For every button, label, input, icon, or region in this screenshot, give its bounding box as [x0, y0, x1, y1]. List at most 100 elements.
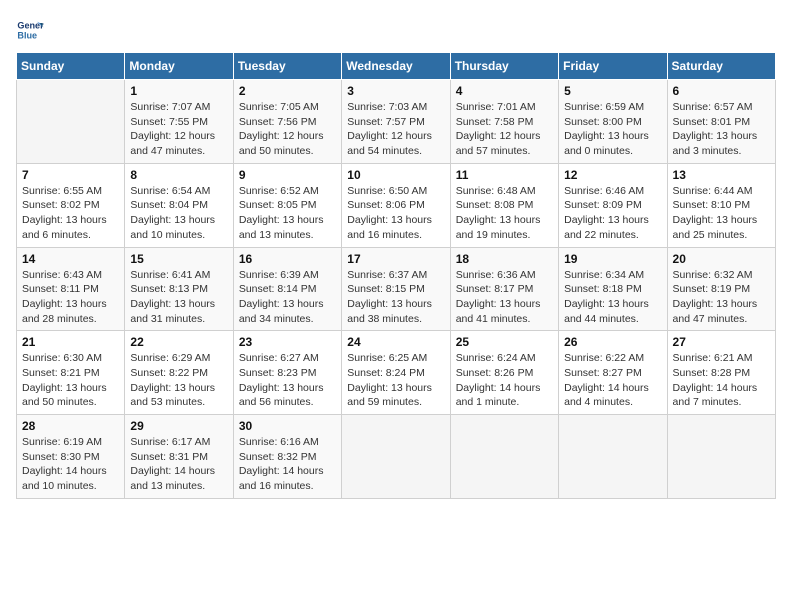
day-number: 21	[22, 335, 119, 349]
day-number: 24	[347, 335, 444, 349]
day-number: 16	[239, 252, 336, 266]
weekday-header: Saturday	[667, 53, 775, 80]
svg-text:Blue: Blue	[17, 30, 37, 40]
day-number: 25	[456, 335, 553, 349]
day-detail: Sunrise: 6:55 AMSunset: 8:02 PMDaylight:…	[22, 184, 119, 243]
day-detail: Sunrise: 7:07 AMSunset: 7:55 PMDaylight:…	[130, 100, 227, 159]
day-number: 8	[130, 168, 227, 182]
day-number: 12	[564, 168, 661, 182]
calendar-cell: 18Sunrise: 6:36 AMSunset: 8:17 PMDayligh…	[450, 247, 558, 331]
day-number: 5	[564, 84, 661, 98]
weekday-header: Monday	[125, 53, 233, 80]
day-detail: Sunrise: 7:05 AMSunset: 7:56 PMDaylight:…	[239, 100, 336, 159]
day-number: 19	[564, 252, 661, 266]
calendar-cell: 14Sunrise: 6:43 AMSunset: 8:11 PMDayligh…	[17, 247, 125, 331]
day-detail: Sunrise: 6:30 AMSunset: 8:21 PMDaylight:…	[22, 351, 119, 410]
calendar-cell: 26 Sunrise: 6:22 AMSunset: 8:27 PMDayligh…	[559, 331, 667, 415]
calendar-cell: 4 Sunrise: 7:01 AMSunset: 7:58 PMDaylight…	[450, 80, 558, 164]
calendar-cell: 28 Sunrise: 6:19 AMSunset: 8:30 PMDayligh…	[17, 415, 125, 499]
calendar-cell	[17, 80, 125, 164]
day-number: 22	[130, 335, 227, 349]
calendar-cell: 11 Sunrise: 6:48 AMSunset: 8:08 PMDayligh…	[450, 163, 558, 247]
day-number: 14	[22, 252, 119, 266]
calendar-cell	[667, 415, 775, 499]
calendar-week-row: 1 Sunrise: 7:07 AMSunset: 7:55 PMDaylight…	[17, 80, 776, 164]
day-detail: Sunrise: 6:39 AMSunset: 8:14 PMDaylight:…	[239, 268, 336, 327]
day-number: 11	[456, 168, 553, 182]
day-detail: Sunrise: 6:22 AMSunset: 8:27 PMDaylight:…	[564, 351, 661, 410]
calendar-cell: 17 Sunrise: 6:37 AMSunset: 8:15 PMDayligh…	[342, 247, 450, 331]
day-detail: Sunrise: 6:25 AMSunset: 8:24 PMDaylight:…	[347, 351, 444, 410]
calendar-cell: 8 Sunrise: 6:54 AMSunset: 8:04 PMDaylight…	[125, 163, 233, 247]
day-detail: Sunrise: 6:17 AMSunset: 8:31 PMDaylight:…	[130, 435, 227, 494]
day-number: 18	[456, 252, 553, 266]
calendar-cell: 10 Sunrise: 6:50 AMSunset: 8:06 PMDayligh…	[342, 163, 450, 247]
calendar-cell: 29 Sunrise: 6:17 AMSunset: 8:31 PMDayligh…	[125, 415, 233, 499]
day-detail: Sunrise: 6:50 AMSunset: 8:06 PMDaylight:…	[347, 184, 444, 243]
day-number: 30	[239, 419, 336, 433]
day-detail: Sunrise: 6:32 AMSunset: 8:19 PMDaylight:…	[673, 268, 770, 327]
day-detail: Sunrise: 6:24 AMSunset: 8:26 PMDaylight:…	[456, 351, 553, 410]
weekday-header: Tuesday	[233, 53, 341, 80]
calendar-cell: 19 Sunrise: 6:34 AMSunset: 8:18 PMDayligh…	[559, 247, 667, 331]
day-detail: Sunrise: 6:41 AMSunset: 8:13 PMDaylight:…	[130, 268, 227, 327]
weekday-header: Thursday	[450, 53, 558, 80]
day-detail: Sunrise: 6:46 AMSunset: 8:09 PMDaylight:…	[564, 184, 661, 243]
day-detail: Sunrise: 7:01 AMSunset: 7:58 PMDaylight:…	[456, 100, 553, 159]
day-number: 28	[22, 419, 119, 433]
weekday-header: Friday	[559, 53, 667, 80]
day-detail: Sunrise: 6:16 AMSunset: 8:32 PMDaylight:…	[239, 435, 336, 494]
day-number: 15	[130, 252, 227, 266]
logo: General Blue	[16, 16, 48, 44]
day-detail: Sunrise: 6:37 AMSunset: 8:15 PMDaylight:…	[347, 268, 444, 327]
calendar-week-row: 14Sunrise: 6:43 AMSunset: 8:11 PMDayligh…	[17, 247, 776, 331]
calendar-cell: 6 Sunrise: 6:57 AMSunset: 8:01 PMDaylight…	[667, 80, 775, 164]
calendar-cell: 9 Sunrise: 6:52 AMSunset: 8:05 PMDaylight…	[233, 163, 341, 247]
day-number: 29	[130, 419, 227, 433]
calendar-body: 1 Sunrise: 7:07 AMSunset: 7:55 PMDaylight…	[17, 80, 776, 499]
calendar-header: SundayMondayTuesdayWednesdayThursdayFrid…	[17, 53, 776, 80]
day-detail: Sunrise: 6:27 AMSunset: 8:23 PMDaylight:…	[239, 351, 336, 410]
day-detail: Sunrise: 6:29 AMSunset: 8:22 PMDaylight:…	[130, 351, 227, 410]
day-number: 7	[22, 168, 119, 182]
logo-icon: General Blue	[16, 16, 44, 44]
calendar-cell: 12 Sunrise: 6:46 AMSunset: 8:09 PMDayligh…	[559, 163, 667, 247]
svg-text:General: General	[17, 21, 44, 31]
day-detail: Sunrise: 6:59 AMSunset: 8:00 PMDaylight:…	[564, 100, 661, 159]
weekday-header: Sunday	[17, 53, 125, 80]
calendar-cell: 16 Sunrise: 6:39 AMSunset: 8:14 PMDayligh…	[233, 247, 341, 331]
day-number: 20	[673, 252, 770, 266]
calendar-cell: 30 Sunrise: 6:16 AMSunset: 8:32 PMDayligh…	[233, 415, 341, 499]
day-detail: Sunrise: 6:54 AMSunset: 8:04 PMDaylight:…	[130, 184, 227, 243]
day-detail: Sunrise: 6:21 AMSunset: 8:28 PMDaylight:…	[673, 351, 770, 410]
day-detail: Sunrise: 7:03 AMSunset: 7:57 PMDaylight:…	[347, 100, 444, 159]
day-detail: Sunrise: 6:52 AMSunset: 8:05 PMDaylight:…	[239, 184, 336, 243]
calendar-cell: 22 Sunrise: 6:29 AMSunset: 8:22 PMDayligh…	[125, 331, 233, 415]
day-number: 17	[347, 252, 444, 266]
day-number: 4	[456, 84, 553, 98]
day-number: 13	[673, 168, 770, 182]
calendar-cell: 5 Sunrise: 6:59 AMSunset: 8:00 PMDaylight…	[559, 80, 667, 164]
day-number: 23	[239, 335, 336, 349]
day-number: 2	[239, 84, 336, 98]
calendar-cell: 13 Sunrise: 6:44 AMSunset: 8:10 PMDayligh…	[667, 163, 775, 247]
day-number: 6	[673, 84, 770, 98]
day-number: 1	[130, 84, 227, 98]
day-number: 26	[564, 335, 661, 349]
day-detail: Sunrise: 6:34 AMSunset: 8:18 PMDaylight:…	[564, 268, 661, 327]
day-detail: Sunrise: 6:57 AMSunset: 8:01 PMDaylight:…	[673, 100, 770, 159]
calendar-cell: 24 Sunrise: 6:25 AMSunset: 8:24 PMDayligh…	[342, 331, 450, 415]
calendar-cell: 7 Sunrise: 6:55 AMSunset: 8:02 PMDaylight…	[17, 163, 125, 247]
calendar-week-row: 21 Sunrise: 6:30 AMSunset: 8:21 PMDayligh…	[17, 331, 776, 415]
day-number: 9	[239, 168, 336, 182]
calendar-cell: 25 Sunrise: 6:24 AMSunset: 8:26 PMDayligh…	[450, 331, 558, 415]
weekday-header: Wednesday	[342, 53, 450, 80]
calendar-table: SundayMondayTuesdayWednesdayThursdayFrid…	[16, 52, 776, 499]
day-detail: Sunrise: 6:19 AMSunset: 8:30 PMDaylight:…	[22, 435, 119, 494]
calendar-cell: 1 Sunrise: 7:07 AMSunset: 7:55 PMDaylight…	[125, 80, 233, 164]
day-detail: Sunrise: 6:48 AMSunset: 8:08 PMDaylight:…	[456, 184, 553, 243]
day-detail: Sunrise: 6:44 AMSunset: 8:10 PMDaylight:…	[673, 184, 770, 243]
day-number: 10	[347, 168, 444, 182]
calendar-cell: 27Sunrise: 6:21 AMSunset: 8:28 PMDayligh…	[667, 331, 775, 415]
calendar-cell: 15 Sunrise: 6:41 AMSunset: 8:13 PMDayligh…	[125, 247, 233, 331]
